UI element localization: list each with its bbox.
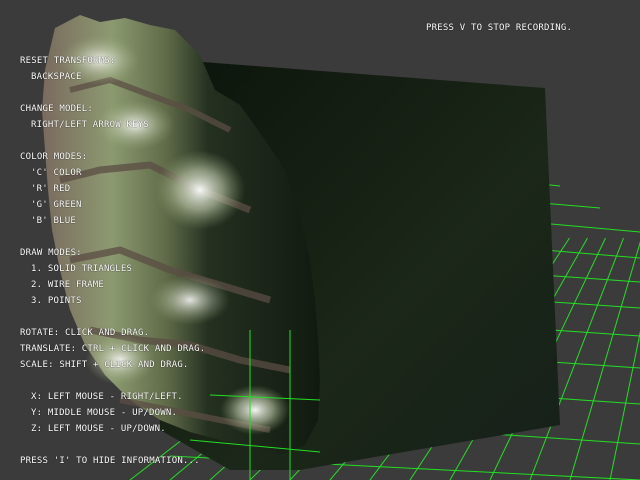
reset-key: BACKSPACE	[31, 72, 82, 82]
color-mode-blue: 'B' BLUE	[31, 216, 76, 226]
axis-y-hint: Y: MIDDLE MOUSE - UP/DOWN.	[31, 408, 178, 418]
change-model-keys: RIGHT/LEFT ARROW KEYS	[31, 120, 149, 130]
3d-viewport[interactable]: PRESS V TO STOP RECORDING. RESET TRANSFO…	[0, 0, 640, 480]
axis-x-hint: X: LEFT MOUSE - RIGHT/LEFT.	[31, 392, 183, 402]
reset-transforms-title: RESET TRANSFORMS:	[20, 56, 116, 66]
draw-mode-wireframe: 2. WIRE FRAME	[31, 280, 105, 290]
translate-hint: TRANSLATE: CTRL + CLICK AND DRAG.	[20, 344, 206, 354]
change-model-title: CHANGE MODEL:	[20, 104, 94, 114]
draw-mode-points: 3. POINTS	[31, 296, 82, 306]
draw-mode-solid: 1. SOLID TRIANGLES	[31, 264, 133, 274]
color-mode-red: 'R' RED	[31, 184, 71, 194]
color-mode-color: 'C' COLOR	[31, 168, 82, 178]
recording-notice: PRESS V TO STOP RECORDING.	[426, 23, 573, 33]
scale-hint: SCALE: SHIFT + CLICK AND DRAG.	[20, 360, 189, 370]
axis-z-hint: Z: LEFT MOUSE - UP/DOWN.	[31, 424, 166, 434]
color-modes-title: COLOR MODES:	[20, 152, 88, 162]
hide-info-hint: PRESS 'I' TO HIDE INFORMATION...	[20, 456, 200, 466]
draw-modes-title: DRAW MODES:	[20, 248, 82, 258]
rotate-hint: ROTATE: CLICK AND DRAG.	[20, 328, 150, 338]
color-mode-green: 'G' GREEN	[31, 200, 82, 210]
